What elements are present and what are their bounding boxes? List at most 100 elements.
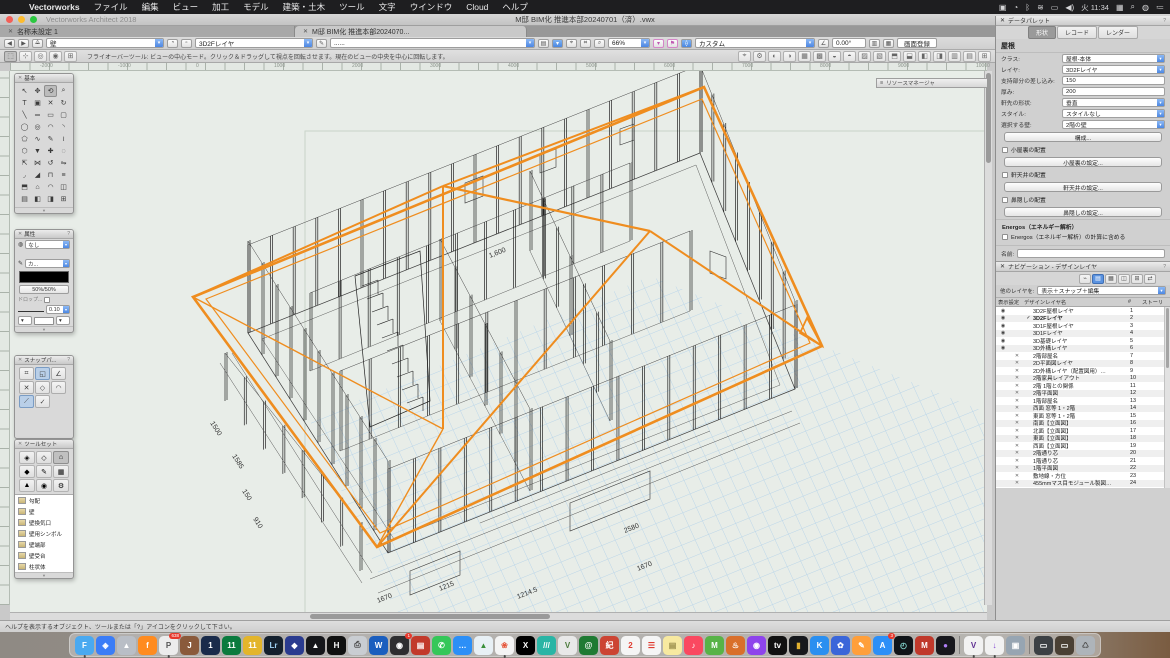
flyover-plane-mode-icon[interactable]: ⊞ (64, 51, 77, 62)
tool-pan[interactable]: ✥ (31, 85, 44, 97)
toolset-item-2[interactable]: 壁換気口 (15, 517, 73, 528)
tool-clip[interactable]: ⊓ (44, 169, 57, 181)
tool-shell[interactable]: ◫ (57, 181, 70, 193)
tool-regular-polygon[interactable]: ⬡ (18, 145, 31, 157)
zoom-level-select[interactable]: 66%▾ (608, 38, 650, 48)
dock-eleven-green[interactable]: 11 (222, 636, 241, 655)
tool-arc[interactable]: ◠ (44, 121, 57, 133)
class-options-icon[interactable]: ✎ (316, 39, 327, 48)
tool-selection[interactable]: ↖ (18, 85, 31, 97)
layer-select[interactable]: 3D2Fレイヤ▾ (195, 38, 313, 48)
tool-flyover[interactable]: ⟲ (44, 85, 57, 97)
dock-notes[interactable]: ▤ (663, 636, 682, 655)
palette-resize-handle[interactable]: ▼ (15, 207, 73, 213)
sheet-layers-icon[interactable]: ▦ (1105, 274, 1117, 284)
filter-select[interactable]: 表示＋スナップ＋編集▾ (1037, 286, 1166, 295)
canvas-horizontal-scrollbar[interactable] (10, 612, 987, 620)
menu-item-4[interactable]: 加工 (205, 2, 236, 12)
menu-item-3[interactable]: ビュー (166, 2, 206, 12)
navigation-title-bar[interactable]: ✕ ナビゲーション - デザインレイヤ ? (996, 262, 1170, 272)
tool-offset[interactable]: ≡ (57, 169, 70, 181)
menu-item-7[interactable]: ツール (332, 2, 372, 12)
toolset-category-4[interactable]: ✎ (36, 465, 52, 478)
opacity-button[interactable]: 50%/50% (19, 285, 69, 294)
dock-v-circle[interactable]: V (558, 636, 577, 655)
canvas-vertical-scrollbar[interactable] (984, 71, 992, 605)
tool-column[interactable]: ◨ (44, 193, 57, 205)
tab-close-icon[interactable]: ✕ (8, 28, 13, 35)
visibility-toggle[interactable]: ◉ (996, 308, 1010, 314)
toolset-item-1[interactable]: 壁 (15, 506, 73, 517)
dock-m-color[interactable]: M (705, 636, 724, 655)
tab-untitled[interactable]: ✕ 名称未設定 1 (0, 26, 295, 37)
dock-printer-3d[interactable]: ⎙ (348, 636, 367, 655)
dock-safari[interactable]: ◈ (96, 636, 115, 655)
toolset-category-5[interactable]: ▦ (53, 465, 69, 478)
layer-options-icon[interactable]: ◔ (167, 39, 178, 48)
tool-chamfer[interactable]: ◢ (31, 169, 44, 181)
hidden-mark[interactable]: ✕ (1010, 368, 1024, 374)
tool-line[interactable]: ╲ (18, 109, 31, 121)
help-icon[interactable]: ? (67, 357, 70, 363)
tool-clip-cube[interactable]: ▣ (31, 97, 44, 109)
toolset-item-6[interactable]: 柱状体 (15, 561, 73, 572)
flyover-center-mode-icon[interactable]: ⬚ (4, 51, 17, 62)
hidden-mark[interactable]: ✕ (1010, 360, 1024, 366)
field-select[interactable]: 3D2Fレイヤ▾ (1062, 65, 1165, 74)
dock-vectorworks[interactable]: V (964, 636, 983, 655)
view-render-button-5[interactable]: ▩ (813, 51, 826, 62)
menu-item-0[interactable]: Vectorworks (22, 2, 87, 12)
toolset-item-4[interactable]: 壁端部 (15, 539, 73, 550)
tool-extrude[interactable]: ⬒ (18, 181, 31, 193)
dock-steering-wheel[interactable]: ◉1 (390, 636, 409, 655)
toolset-item-5[interactable]: 壁受台 (15, 550, 73, 561)
hidden-mark[interactable]: ✕ (1010, 465, 1024, 471)
dock-screenshot-stack[interactable]: ▣ (1006, 636, 1025, 655)
dock-minimized-window-2[interactable]: ▭ (1055, 636, 1074, 655)
viewports-icon[interactable]: ⊞ (1131, 274, 1143, 284)
tool-rotate[interactable]: ↻ (57, 97, 70, 109)
end-marker-select[interactable]: ▾ (56, 316, 70, 325)
view-render-button-12[interactable]: ◧ (918, 51, 931, 62)
menu-item-10[interactable]: Cloud (459, 2, 495, 12)
resource-manager-bar[interactable]: ≡ リソースマネージャ (876, 78, 987, 88)
visibility-toggle[interactable]: ◉ (996, 323, 1010, 329)
snap-smart-point[interactable]: ◇ (35, 381, 50, 394)
help-icon[interactable]: ? (67, 231, 70, 237)
tool-delete-vertex[interactable]: ✕ (44, 97, 57, 109)
dock-photos-app[interactable]: P638 (159, 636, 178, 655)
dock-hey[interactable]: H (327, 636, 346, 655)
data-tab-2[interactable]: レンダー (1098, 26, 1138, 39)
tool-oval[interactable]: ◯ (18, 121, 31, 133)
layer-row-24[interactable]: ✕455mmマス目モジュール製図…24 (996, 480, 1170, 488)
snap-tangent-snap[interactable]: ◠ (51, 381, 66, 394)
dock-facetime[interactable]: ✆ (432, 636, 451, 655)
dock-triple-slash[interactable]: /// (537, 636, 556, 655)
energos-checkbox-row[interactable]: Energos（エネルギー解析）の計算に含める (996, 231, 1170, 242)
hidden-mark[interactable]: ✕ (1010, 353, 1024, 359)
visibility-toggle[interactable]: ◉ (996, 338, 1010, 344)
field-select[interactable]: 2階の壁▾ (1062, 120, 1165, 129)
dock-minimized-window-1[interactable]: ▭ (1034, 636, 1053, 655)
dock-podcasts[interactable]: ◉ (747, 636, 766, 655)
dock-apple-photos[interactable]: ❀ (495, 636, 514, 655)
dock-calendar[interactable]: 2 (621, 636, 640, 655)
dock-flame[interactable]: ♨ (726, 636, 745, 655)
visibility-toggle[interactable]: ◉ (996, 315, 1010, 321)
menu-item-2[interactable]: 編集 (135, 2, 166, 12)
toolset-category-0[interactable]: ◈ (19, 451, 35, 464)
minimize-window-button[interactable] (18, 16, 25, 23)
flyover-object-mode-icon[interactable]: ⊹ (19, 51, 32, 62)
dock-green-swirl[interactable]: @ (579, 636, 598, 655)
option-settings-button-2[interactable]: 鼻隠しの設定... (1004, 207, 1162, 217)
view-render-button-2[interactable]: ◐ (768, 51, 781, 62)
col-layer-name[interactable]: デザインレイヤ名 (1024, 298, 1128, 306)
projection-select[interactable]: カスタム▾ (695, 38, 815, 48)
back-button[interactable]: ◀ (4, 39, 15, 48)
tool-double-line[interactable]: ═ (31, 109, 44, 121)
classes-icon[interactable]: ◫ (1118, 274, 1130, 284)
menu-item-1[interactable]: ファイル (87, 2, 135, 12)
palette-resize-handle[interactable]: ▼ (15, 326, 73, 332)
tool-fillet[interactable]: ◞ (18, 169, 31, 181)
line-weight-select[interactable]: 0.10▾ (46, 305, 70, 314)
